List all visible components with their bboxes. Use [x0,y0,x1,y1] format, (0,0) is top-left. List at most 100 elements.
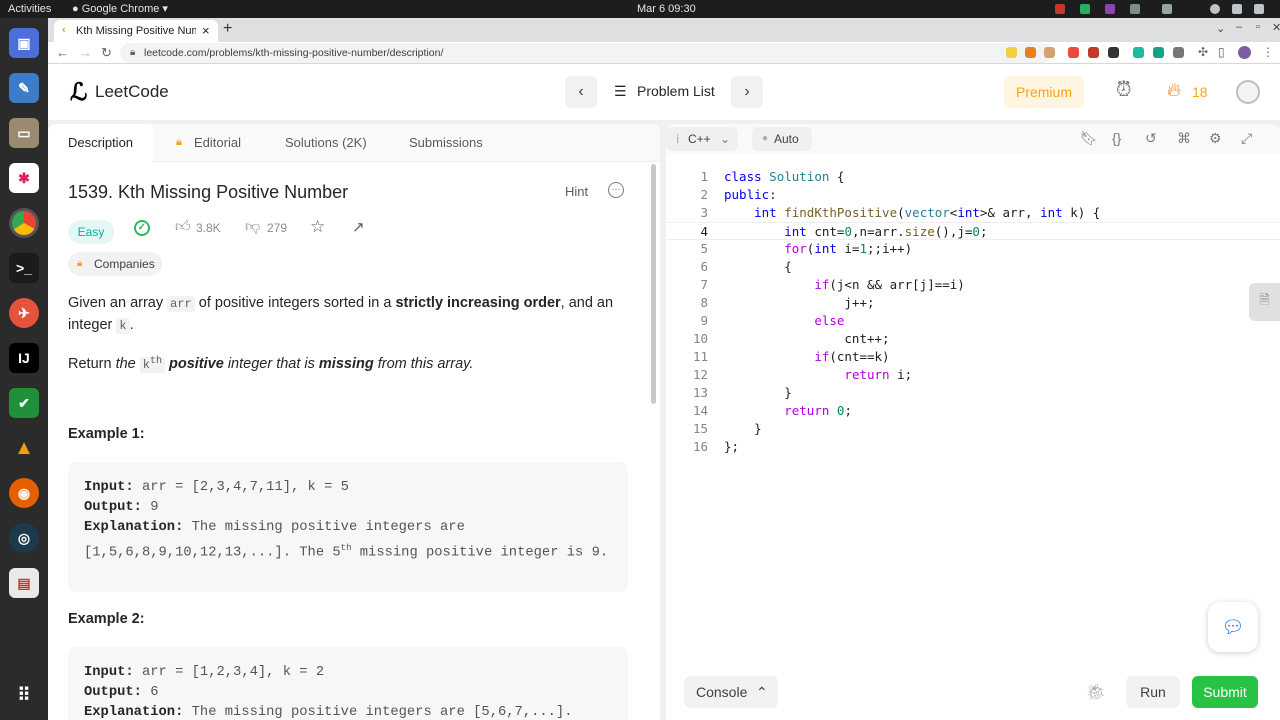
clock[interactable]: Mar 6 09:30 [637,2,696,16]
back-icon[interactable]: ← [56,45,69,60]
code-line[interactable]: 15 } [666,420,1280,438]
more-options-icon[interactable]: ··· [608,182,624,198]
forward-icon[interactable]: → [79,45,92,60]
reset-icon[interactable]: ↺ [1145,130,1157,147]
description-scrollbar[interactable] [651,164,656,404]
lock-icon[interactable]: 🔒︎ [130,43,135,63]
code-editor[interactable]: 1 class Solution {2 public: 3 int findKthPo… [666,168,1280,648]
wifi-icon[interactable] [1210,4,1220,14]
address-bar[interactable]: 🔒︎ leetcode.com/problems/kth-missing-pos… [120,43,1052,63]
vlc-icon[interactable]: ▲ [9,433,39,463]
slack-icon[interactable]: ✱ [9,163,39,193]
code-line[interactable]: 14 return 0; [666,402,1280,420]
code-line[interactable]: 9 else [666,312,1280,330]
firefox-icon[interactable]: ◉ [9,478,39,508]
shortcuts-icon[interactable]: ⌘ [1177,130,1191,147]
tab-close-icon[interactable]: × [202,23,210,38]
tab-editorial[interactable]: Editorial [194,124,241,162]
security-app-icon[interactable]: ✔ [9,388,39,418]
prev-problem-button[interactable]: ‹ [565,76,597,108]
browser-tab[interactable]: ‹ Kth Missing Positive Num × [54,20,218,42]
problem-title[interactable]: 1539. Kth Missing Positive Number [68,182,348,203]
power-icon[interactable] [1254,4,1264,14]
terminal-icon[interactable]: >_ [9,253,39,283]
settings-gear-icon[interactable]: ⚙ [1209,130,1222,147]
office-app-icon[interactable]: ▤ [9,568,39,598]
tray-toggle-icon[interactable] [1130,4,1140,14]
chrome-icon[interactable] [9,208,39,238]
minimize-icon[interactable]: – [1236,21,1242,33]
chrome-menu-icon[interactable]: ⋮ [1262,45,1274,59]
text-editor-icon[interactable]: ✎ [9,73,39,103]
postman-icon[interactable]: ✈ [9,298,39,328]
close-window-icon[interactable]: ✕ [1272,21,1280,34]
extension-icon[interactable] [1044,47,1055,58]
logo-text[interactable]: LeetCode [95,82,169,102]
notes-side-button[interactable]: 🗎︎ [1249,283,1280,321]
run-button[interactable]: Run [1126,676,1180,708]
activities-button[interactable]: Activities [8,2,51,16]
code-line[interactable]: 8 j++; [666,294,1280,312]
tray-app-icon[interactable] [1055,4,1065,14]
fullscreen-icon[interactable]: ⤢ [1241,130,1252,147]
premium-button[interactable]: Premium [1004,76,1084,108]
files-icon[interactable]: ▭ [9,118,39,148]
list-icon[interactable]: ☰ [614,83,627,100]
code-line[interactable]: 4 int cnt=0,n=arr.size(),j=0; [666,222,1280,240]
problem-list-link[interactable]: Problem List [637,83,715,99]
like-thumb-icon[interactable]: 👍︎ [175,218,191,236]
metamask-icon[interactable] [1025,47,1036,58]
new-tab-button[interactable]: + [223,20,232,38]
submit-button[interactable]: Submit [1192,676,1258,708]
side-panel-icon[interactable]: ▯ [1218,45,1225,59]
extension-icon[interactable] [1108,47,1119,58]
maximize-icon[interactable]: ▫ [1256,21,1260,33]
autocomplete-mode[interactable]: ● Auto [752,127,812,151]
adblock-icon[interactable] [1088,47,1099,58]
tab-submissions[interactable]: Submissions [409,124,483,162]
code-line[interactable]: 5 for(int i=1;;i++) [666,240,1280,258]
code-line[interactable]: 11 if(cnt==k) [666,348,1280,366]
favorite-star-icon[interactable]: ☆ [310,217,325,237]
user-avatar[interactable] [1236,80,1260,104]
chat-bubble-button[interactable]: 💬︎ [1208,602,1258,652]
tab-description[interactable]: Description [48,124,154,162]
bookmark-icon[interactable]: 🔖︎ [1080,130,1098,147]
extensions-puzzle-icon[interactable]: ✣ [1198,45,1208,59]
volume-icon[interactable] [1232,4,1242,14]
format-braces-icon[interactable]: {} [1112,130,1121,146]
code-line[interactable]: 10 cnt++; [666,330,1280,348]
code-line[interactable]: 16}; [666,438,1280,456]
reload-icon[interactable]: ↻ [101,45,112,61]
next-problem-button[interactable]: › [731,76,763,108]
code-line[interactable]: 3 int findKthPositive(vector<int>& arr, … [666,204,1280,222]
app-menu[interactable]: ● Google Chrome ▾ [72,2,168,16]
extension-icon[interactable] [1133,47,1144,58]
tray-shield-icon[interactable] [1080,4,1090,14]
tray-clipboard-icon[interactable] [1162,4,1172,14]
extension-icon[interactable] [1173,47,1184,58]
extension-icon[interactable] [1068,47,1079,58]
companies-tag[interactable]: 🔒︎ Companies [68,252,162,276]
screenshot-app-icon[interactable]: ▣ [9,28,39,58]
debug-bug-icon[interactable]: 🐞︎ [1086,682,1106,702]
alarm-clock-icon[interactable]: ⏰︎ [1116,79,1132,102]
extension-icon[interactable] [1006,47,1017,58]
code-line[interactable]: 6 { [666,258,1280,276]
code-line[interactable]: 7 if(j<n && arr[j]==i) [666,276,1280,294]
language-select[interactable]: ⅰ C++ ⌄ [666,127,738,151]
code-line[interactable]: 2 public: [666,186,1280,204]
dislike-thumb-icon[interactable]: 👎︎ [245,218,260,236]
camera-app-icon[interactable]: ◎ [9,523,39,553]
console-button[interactable]: Console ⌃ [684,676,778,708]
fire-streak-icon[interactable]: 🔥︎ [1167,80,1181,102]
tab-search-icon[interactable]: ⌄ [1216,22,1225,35]
code-line[interactable]: 1 class Solution { [666,168,1280,186]
extension-icon[interactable] [1153,47,1164,58]
profile-avatar[interactable] [1238,46,1251,59]
show-apps-icon[interactable]: ⠿ [9,680,39,710]
leetcode-logo-icon[interactable]: ℒ [70,78,87,107]
code-line[interactable]: 12 return i; [666,366,1280,384]
hint-button[interactable]: Hint [565,184,588,199]
tray-slack-icon[interactable] [1105,4,1115,14]
